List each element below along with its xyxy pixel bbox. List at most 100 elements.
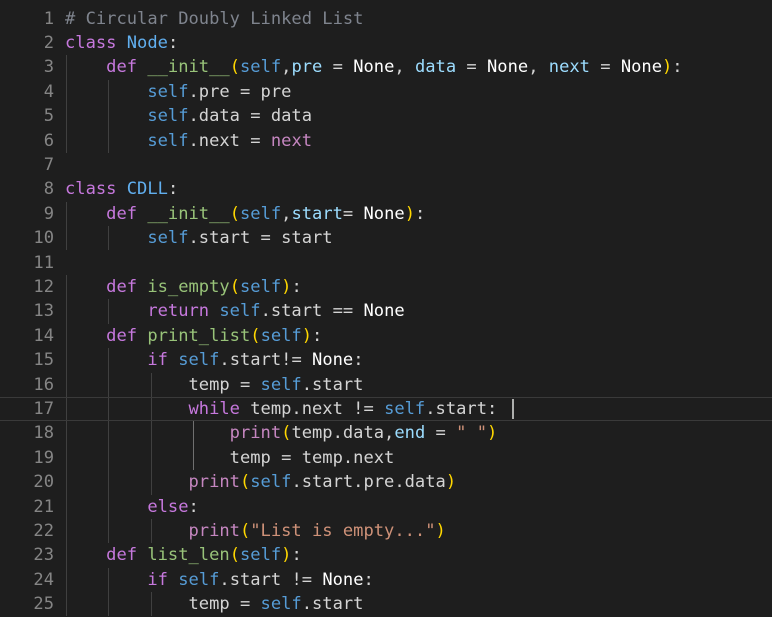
line-code[interactable]: class CDLL: bbox=[65, 177, 178, 201]
line-code[interactable]: while temp.next != self.start: bbox=[65, 398, 498, 420]
code-token: self bbox=[147, 228, 189, 249]
code-token: pre bbox=[291, 57, 323, 78]
code-line-7[interactable]: 7 bbox=[0, 153, 772, 177]
line-code[interactable]: self.pre = pre bbox=[65, 80, 291, 104]
line-code[interactable]: print(temp.data,end = " ") bbox=[65, 421, 498, 445]
code-line-18[interactable]: 18 print(temp.data,end = " ") bbox=[0, 421, 772, 445]
line-code[interactable]: self.start = start bbox=[65, 226, 332, 250]
line-code[interactable]: if self.start!= None: bbox=[65, 348, 364, 372]
code-token: .start.pre.data bbox=[291, 472, 446, 493]
code-token: while bbox=[188, 398, 240, 419]
code-token: self bbox=[250, 472, 292, 493]
code-editor[interactable]: 1 # Circular Doubly Linked List 2 class Nod… bbox=[0, 0, 772, 617]
line-number: 11 bbox=[33, 252, 54, 273]
code-line-20[interactable]: 20 print(self.start.pre.data) bbox=[0, 470, 772, 494]
code-line-8[interactable]: 8 class CDLL: bbox=[0, 177, 772, 201]
code-token: return bbox=[147, 301, 210, 322]
code-token: : bbox=[353, 350, 364, 371]
line-number: 6 bbox=[43, 130, 54, 151]
code-token: : bbox=[291, 276, 302, 297]
code-token: data bbox=[414, 57, 457, 78]
code-token: def bbox=[106, 203, 138, 224]
line-code[interactable]: return self.start == None bbox=[65, 299, 405, 323]
code-token: if bbox=[147, 350, 168, 371]
code-token: CDLL bbox=[126, 179, 168, 200]
line-number: 23 bbox=[33, 545, 54, 566]
line-code[interactable]: def print_list(self): bbox=[65, 324, 322, 348]
line-number: 18 bbox=[33, 423, 54, 444]
code-line-21[interactable]: 21 else: bbox=[0, 495, 772, 519]
code-token: self bbox=[239, 203, 282, 224]
line-code[interactable]: temp = temp.next bbox=[65, 446, 395, 470]
code-line-2[interactable]: 2 class Node: bbox=[0, 31, 772, 55]
code-line-14[interactable]: 14 def print_list(self): bbox=[0, 324, 772, 348]
code-line-1[interactable]: 1 # Circular Doubly Linked List bbox=[0, 7, 772, 31]
line-number: 12 bbox=[33, 276, 54, 297]
code-token: .data = data bbox=[188, 106, 313, 127]
code-line-10[interactable]: 10 self.start = start bbox=[0, 226, 772, 250]
code-token: : bbox=[291, 545, 302, 566]
code-token: temp = temp.next bbox=[65, 447, 395, 468]
code-token: start bbox=[291, 203, 343, 224]
line-code[interactable]: temp = self.start bbox=[65, 373, 363, 397]
line-code[interactable]: print(self.start.pre.data) bbox=[65, 470, 457, 494]
line-code[interactable]: temp = self.start bbox=[65, 592, 363, 616]
code-line-13[interactable]: 13 return self.start == None bbox=[0, 299, 772, 323]
line-code[interactable]: class Node: bbox=[65, 31, 178, 55]
line-number: 21 bbox=[33, 496, 54, 517]
code-line-6[interactable]: 6 self.next = next bbox=[0, 129, 772, 153]
code-token: end bbox=[394, 423, 426, 444]
line-code[interactable]: self.next = next bbox=[65, 129, 312, 153]
line-code[interactable]: def is_empty(self): bbox=[65, 275, 302, 299]
code-token: : bbox=[414, 203, 426, 224]
code-token: class bbox=[65, 32, 117, 53]
code-token: : bbox=[167, 179, 179, 200]
code-token: self bbox=[260, 374, 302, 395]
line-number: 2 bbox=[43, 32, 54, 53]
line-number: 17 bbox=[33, 398, 54, 419]
code-token: __init__ bbox=[147, 203, 230, 224]
code-line-3[interactable]: 3 def __init__(self,pre = None, data = N… bbox=[0, 55, 772, 79]
code-token: self bbox=[147, 106, 189, 127]
code-token: ) bbox=[404, 203, 415, 224]
code-token: __init__ bbox=[147, 57, 230, 78]
code-line-11[interactable]: 11 bbox=[0, 251, 772, 275]
code-token: print bbox=[188, 472, 240, 493]
line-code[interactable]: print("List is empty...") bbox=[65, 519, 446, 543]
code-token: print bbox=[229, 423, 282, 444]
code-line-4[interactable]: 4 self.pre = pre bbox=[0, 80, 772, 104]
code-line-15[interactable]: 15 if self.start!= None: bbox=[0, 348, 772, 372]
code-token: self bbox=[178, 569, 220, 590]
code-token: def bbox=[106, 545, 138, 566]
code-line-12[interactable]: 12 def is_empty(self): bbox=[0, 275, 772, 299]
line-code[interactable]: def list_len(self): bbox=[65, 543, 302, 567]
code-line-16[interactable]: 16 temp = self.start bbox=[0, 373, 772, 397]
code-line-17[interactable]: 17 while temp.next != self.start: bbox=[0, 396, 772, 422]
code-line-22[interactable]: 22 print("List is empty...") bbox=[0, 519, 772, 543]
code-token: ( bbox=[239, 472, 251, 493]
line-code[interactable]: def __init__(self,start= None): bbox=[65, 202, 425, 226]
code-token: ) bbox=[281, 276, 292, 297]
code-line-9[interactable]: 9 def __init__(self,start= None): bbox=[0, 202, 772, 226]
code-token: temp.next != bbox=[239, 398, 385, 419]
code-line-23[interactable]: 23 def list_len(self): bbox=[0, 543, 772, 567]
line-code[interactable]: # Circular Doubly Linked List bbox=[65, 7, 363, 31]
code-token: class bbox=[65, 179, 117, 200]
code-line-5[interactable]: 5 self.data = data bbox=[0, 104, 772, 128]
line-number: 5 bbox=[43, 106, 54, 127]
code-line-25[interactable]: 25 temp = self.start bbox=[0, 592, 772, 616]
line-code[interactable]: self.data = data bbox=[65, 104, 312, 128]
code-line-19[interactable]: 19 temp = temp.next bbox=[0, 446, 772, 470]
line-code[interactable]: if self.start != None: bbox=[65, 568, 373, 592]
code-token: None bbox=[363, 301, 405, 322]
line-number: 19 bbox=[33, 447, 54, 468]
line-code[interactable]: else: bbox=[65, 495, 198, 519]
code-line-24[interactable]: 24 if self.start != None: bbox=[0, 568, 772, 592]
line-code[interactable]: def __init__(self,pre = None, data = Non… bbox=[65, 55, 682, 79]
